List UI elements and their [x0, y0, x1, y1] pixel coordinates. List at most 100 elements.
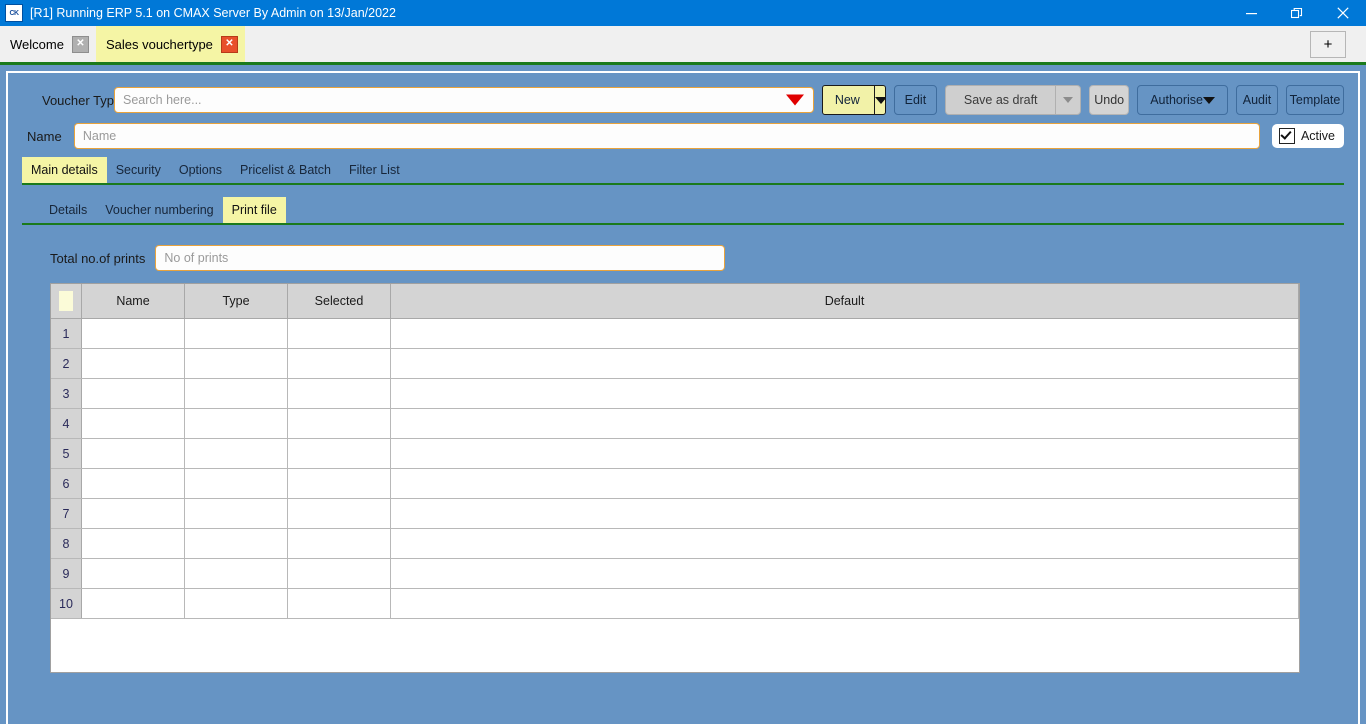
cell-type[interactable]	[184, 558, 288, 589]
document-tab-label: Welcome	[10, 36, 64, 52]
table-row[interactable]: 10	[51, 588, 1299, 619]
cell-selected[interactable]	[287, 558, 391, 589]
tab-filter-list[interactable]: Filter List	[340, 157, 409, 183]
cell-selected[interactable]	[287, 408, 391, 439]
dropdown-triangle-icon[interactable]	[786, 94, 804, 106]
column-header-type[interactable]: Type	[184, 284, 288, 319]
close-icon[interactable]: ✕	[220, 35, 238, 53]
new-button[interactable]: New	[822, 85, 886, 115]
authorise-button[interactable]: Authorise	[1137, 85, 1228, 115]
chevron-down-icon	[1063, 97, 1074, 103]
window-title: [R1] Running ERP 5.1 on CMAX Server By A…	[30, 6, 396, 20]
subtab-details[interactable]: Details	[40, 197, 96, 223]
cell-default[interactable]	[390, 558, 1299, 589]
tab-security[interactable]: Security	[107, 157, 170, 183]
active-checkbox-wrap[interactable]: Active	[1271, 124, 1344, 148]
cell-type[interactable]	[184, 318, 288, 349]
save-as-draft-split: Save as draft	[945, 85, 1082, 115]
edit-button[interactable]: Edit	[893, 85, 938, 115]
new-dropdown-button[interactable]	[874, 86, 885, 114]
cell-name[interactable]	[81, 348, 185, 379]
cell-default[interactable]	[390, 468, 1299, 499]
cell-selected[interactable]	[287, 498, 391, 529]
cell-default[interactable]	[390, 528, 1299, 559]
cell-name[interactable]	[81, 528, 185, 559]
close-button[interactable]	[1320, 0, 1366, 26]
cell-default[interactable]	[390, 408, 1299, 439]
sub-tabstrip: Details Voucher numbering Print file	[22, 197, 1344, 225]
grid-empty-area	[51, 618, 1299, 672]
close-icon[interactable]: ✕	[71, 35, 89, 53]
document-tab-sales-vouchertype[interactable]: Sales vouchertype ✕	[95, 26, 245, 62]
save-as-draft-dropdown-button[interactable]	[1055, 85, 1082, 115]
cell-selected[interactable]	[287, 588, 391, 619]
cell-name[interactable]	[81, 318, 185, 349]
undo-button[interactable]: Undo	[1089, 85, 1130, 115]
cell-name[interactable]	[81, 468, 185, 499]
active-checkbox[interactable]	[1278, 128, 1295, 144]
grid-corner-header[interactable]	[51, 284, 82, 319]
cell-default[interactable]	[390, 348, 1299, 379]
document-tab-label: Sales vouchertype	[105, 36, 213, 52]
cell-selected[interactable]	[287, 468, 391, 499]
voucher-type-label: Voucher Type	[42, 92, 122, 108]
save-as-draft-button[interactable]: Save as draft	[945, 85, 1056, 115]
tab-pricelist-batch[interactable]: Pricelist & Batch	[231, 157, 340, 183]
tab-main-details[interactable]: Main details	[22, 157, 107, 183]
column-header-name[interactable]: Name	[81, 284, 185, 319]
name-row: Name Active	[22, 123, 1344, 149]
cell-default[interactable]	[390, 498, 1299, 529]
cell-selected[interactable]	[287, 378, 391, 409]
tab-options[interactable]: Options	[170, 157, 231, 183]
column-header-default[interactable]: Default	[390, 284, 1299, 319]
table-row[interactable]: 9	[51, 558, 1299, 589]
table-row[interactable]: 5	[51, 438, 1299, 469]
add-tab-button[interactable]: +	[1310, 31, 1346, 58]
column-header-selected[interactable]: Selected	[287, 284, 391, 319]
cell-default[interactable]	[390, 588, 1299, 619]
cell-selected[interactable]	[287, 318, 391, 349]
cell-type[interactable]	[184, 588, 288, 619]
table-row[interactable]: 3	[51, 378, 1299, 409]
subtab-print-file[interactable]: Print file	[222, 197, 286, 223]
cell-type[interactable]	[184, 348, 288, 379]
main-tabstrip: Main details Security Options Pricelist …	[22, 157, 1344, 185]
template-button[interactable]: Template	[1286, 85, 1344, 115]
document-tab-welcome[interactable]: Welcome ✕	[0, 26, 96, 62]
table-row[interactable]: 2	[51, 348, 1299, 379]
cell-name[interactable]	[81, 408, 185, 439]
cell-name[interactable]	[81, 438, 185, 469]
voucher-type-search-input[interactable]	[114, 87, 814, 113]
cell-name[interactable]	[81, 588, 185, 619]
print-file-grid[interactable]: Name Type Selected Default 1 2 3 4 5 6 7…	[50, 283, 1300, 673]
name-input[interactable]	[73, 123, 1260, 149]
cell-name[interactable]	[81, 378, 185, 409]
cell-type[interactable]	[184, 378, 288, 409]
minimize-button[interactable]	[1228, 0, 1274, 26]
table-row[interactable]: 4	[51, 408, 1299, 439]
cell-type[interactable]	[184, 438, 288, 469]
cell-selected[interactable]	[287, 348, 391, 379]
cell-selected[interactable]	[287, 528, 391, 559]
restore-button[interactable]	[1274, 0, 1320, 26]
cell-type[interactable]	[184, 528, 288, 559]
cell-default[interactable]	[390, 378, 1299, 409]
cell-name[interactable]	[81, 498, 185, 529]
new-button-label: New	[823, 86, 875, 114]
table-row[interactable]: 1	[51, 318, 1299, 349]
cell-default[interactable]	[390, 318, 1299, 349]
cell-type[interactable]	[184, 498, 288, 529]
cell-name[interactable]	[81, 558, 185, 589]
cell-default[interactable]	[390, 438, 1299, 469]
audit-button[interactable]: Audit	[1236, 85, 1278, 115]
cell-selected[interactable]	[287, 438, 391, 469]
table-row[interactable]: 6	[51, 468, 1299, 499]
table-row[interactable]: 8	[51, 528, 1299, 559]
total-prints-input[interactable]	[155, 245, 726, 271]
cell-type[interactable]	[184, 468, 288, 499]
cell-type[interactable]	[184, 408, 288, 439]
window-controls	[1228, 0, 1366, 26]
table-row[interactable]: 7	[51, 498, 1299, 529]
subtab-voucher-numbering[interactable]: Voucher numbering	[96, 197, 222, 223]
row-number: 10	[51, 588, 82, 619]
